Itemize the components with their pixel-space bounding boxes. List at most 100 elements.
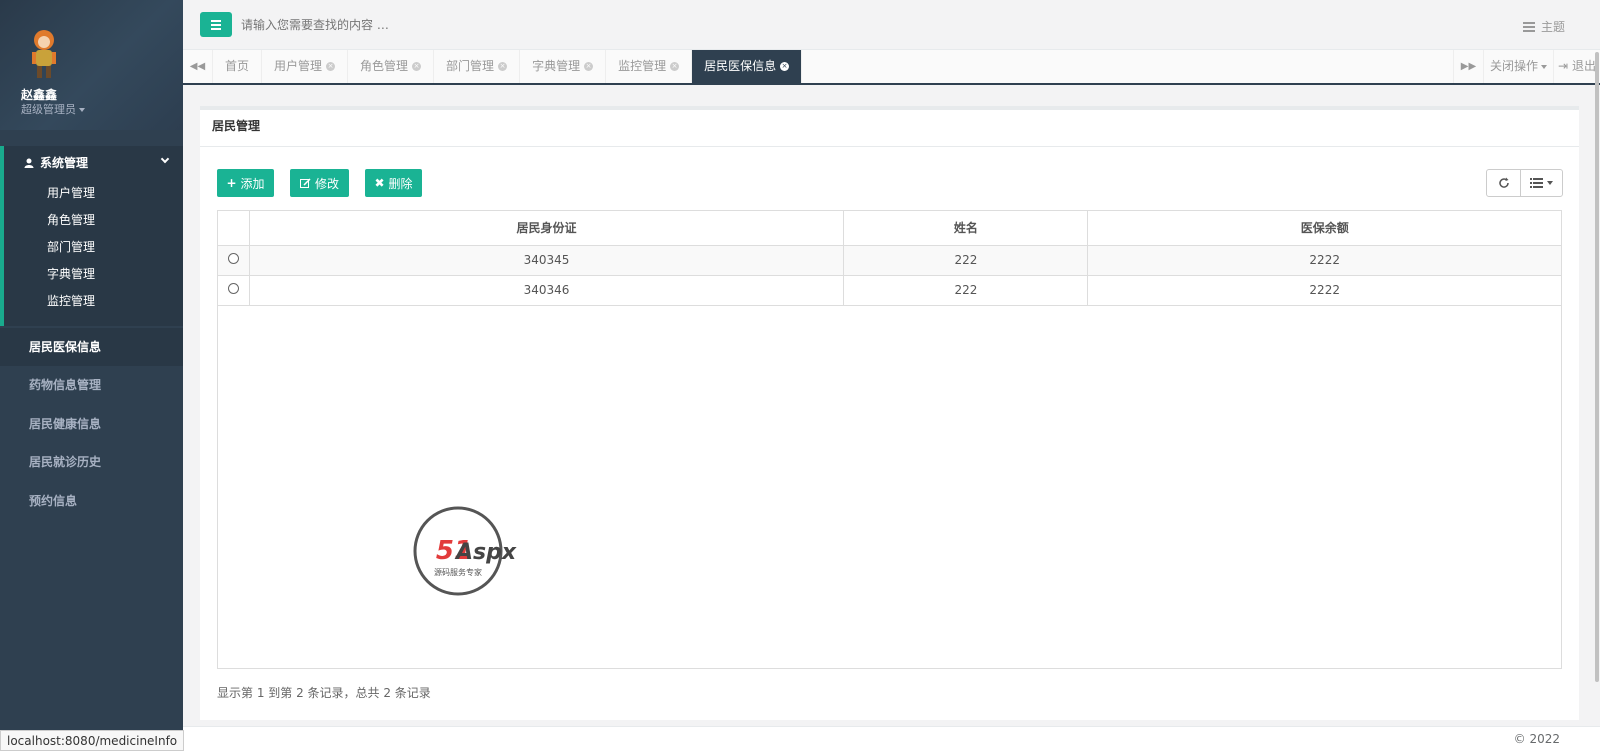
nav-group-label: 系统管理 xyxy=(40,156,89,170)
delete-button[interactable]: ✖ 删除 xyxy=(365,169,422,197)
close-icon[interactable]: × xyxy=(412,62,422,71)
sidebar-item-visit-history[interactable]: 居民就诊历史 xyxy=(0,443,183,481)
caret-down-icon xyxy=(1547,181,1553,185)
svg-text:Aspx: Aspx xyxy=(454,540,517,565)
close-icon[interactable]: × xyxy=(670,62,680,71)
tab-scroll-right-button[interactable]: ▶▶ xyxy=(1453,50,1483,83)
backward-icon: ◀◀ xyxy=(189,61,206,72)
tab-label: 用户管理 xyxy=(274,59,323,73)
pagination-info: 显示第 1 到第 2 条记录，总共 2 条记录 xyxy=(217,686,431,700)
nav-group-system-toggle[interactable]: 系统管理 xyxy=(24,154,88,171)
close-icon[interactable]: × xyxy=(780,62,790,71)
table-header-row: 居民身份证 姓名 医保余额 xyxy=(218,211,1561,246)
row-select-cell xyxy=(218,275,249,306)
profile-area: 赵鑫鑫 超级管理员 xyxy=(0,0,183,130)
vertical-scrollbar[interactable] xyxy=(1595,52,1599,682)
refresh-button[interactable] xyxy=(1487,170,1520,196)
tab-dept-mgmt[interactable]: 部门管理 × xyxy=(434,50,521,83)
user-icon xyxy=(24,158,34,168)
column-header-balance[interactable]: 医保余额 xyxy=(1087,211,1561,246)
row-radio[interactable] xyxy=(227,283,239,294)
sidebar: 赵鑫鑫 超级管理员 系统管理 用户管理 角色管理 部门管理 字典管理 监控管理 … xyxy=(0,0,183,751)
close-icon[interactable]: × xyxy=(498,62,508,71)
edit-button[interactable]: 修改 xyxy=(290,169,349,197)
tab-dict-mgmt[interactable]: 字典管理 × xyxy=(520,50,607,83)
column-header-name[interactable]: 姓名 xyxy=(843,211,1088,246)
delete-label: 删除 xyxy=(388,176,413,191)
chevron-down-icon xyxy=(160,154,170,164)
add-button[interactable]: + 添加 xyxy=(217,169,274,197)
table-row[interactable]: 340345 222 2222 xyxy=(218,245,1561,276)
tab-role-mgmt[interactable]: 角色管理 × xyxy=(348,50,435,83)
tab-label: 监控管理 xyxy=(618,59,667,73)
content-panel: 居民管理 + 添加 修改 ✖ 删除 居民身份证 姓名 医保余额 340345 2… xyxy=(200,106,1579,720)
sidebar-item-insurance[interactable]: 居民医保信息 xyxy=(0,328,183,366)
sidebar-item-role-mgmt[interactable]: 角色管理 xyxy=(47,211,95,228)
data-table: 居民身份证 姓名 医保余额 340345 222 2222 340346 222… xyxy=(217,210,1562,669)
sign-out-icon: ⇥ xyxy=(1558,59,1569,73)
copyright: © 2022 xyxy=(1513,732,1560,746)
sidebar-item-medicine[interactable]: 药物信息管理 xyxy=(0,366,183,404)
cell-id-card: 340346 xyxy=(248,275,844,306)
theme-label: 主题 xyxy=(1540,20,1565,34)
table-toolbar xyxy=(1486,169,1563,197)
panel-title: 居民管理 xyxy=(200,110,1579,147)
search-input[interactable] xyxy=(241,14,641,36)
top-bar: 主题 xyxy=(183,0,1600,50)
tab-label: 角色管理 xyxy=(360,59,409,73)
tab-home[interactable]: 首页 xyxy=(213,50,263,83)
menu-toggle-button[interactable] xyxy=(200,12,232,37)
cell-balance: 2222 xyxy=(1087,275,1561,306)
tab-label: 部门管理 xyxy=(446,59,495,73)
tab-label: 首页 xyxy=(225,59,250,73)
nav-group-system: 系统管理 用户管理 角色管理 部门管理 字典管理 监控管理 xyxy=(0,146,183,326)
cell-name: 222 xyxy=(843,245,1088,276)
caret-down-icon xyxy=(1541,64,1547,69)
cell-name: 222 xyxy=(843,275,1088,306)
watermark-logo: 51 Aspx 源码服务专家 xyxy=(413,506,517,596)
cell-id-card: 340345 xyxy=(248,245,844,276)
sidebar-item-user-mgmt[interactable]: 用户管理 xyxy=(47,184,95,201)
row-radio[interactable] xyxy=(227,253,239,264)
columns-toggle-button[interactable] xyxy=(1520,170,1562,196)
close-ops-dropdown[interactable]: 关闭操作 xyxy=(1483,50,1553,83)
tab-label: 居民医保信息 xyxy=(704,59,777,73)
row-select-cell xyxy=(218,245,249,276)
user-role-label: 超级管理员 xyxy=(21,103,76,116)
sidebar-item-monitor-mgmt[interactable]: 监控管理 xyxy=(47,292,95,309)
edit-icon xyxy=(299,177,311,188)
table-row[interactable]: 340346 222 2222 xyxy=(218,275,1561,306)
close-icon[interactable]: × xyxy=(326,62,336,71)
sidebar-item-health[interactable]: 居民健康信息 xyxy=(0,405,183,443)
forward-icon: ▶▶ xyxy=(1460,61,1477,72)
sidebar-item-dept-mgmt[interactable]: 部门管理 xyxy=(47,238,95,255)
close-icon[interactable]: × xyxy=(584,62,594,71)
tab-scroll-left-button[interactable]: ◀◀ xyxy=(183,50,213,83)
footer: © 2022 xyxy=(183,726,1600,751)
tab-label: 字典管理 xyxy=(532,59,581,73)
sidebar-item-dict-mgmt[interactable]: 字典管理 xyxy=(47,265,95,282)
tab-monitor-mgmt[interactable]: 监控管理 × xyxy=(606,50,693,83)
theme-button[interactable]: 主题 xyxy=(1522,18,1565,35)
edit-label: 修改 xyxy=(314,176,339,191)
list-icon xyxy=(1530,178,1543,188)
close-ops-label: 关闭操作 xyxy=(1489,59,1538,73)
avatar[interactable] xyxy=(24,26,64,82)
logout-button[interactable]: ⇥ 退出 xyxy=(1553,50,1600,83)
hamburger-icon xyxy=(211,19,221,22)
tab-list: 首页 用户管理 × 角色管理 × 部门管理 × 字典管理 × 监控管理 × 居民医保信息 × xyxy=(213,50,803,83)
add-label: 添加 xyxy=(240,176,265,191)
user-role-dropdown[interactable]: 超级管理员 xyxy=(21,101,85,117)
svg-text:源码服务专家: 源码服务专家 xyxy=(434,567,482,577)
column-header-id-card[interactable]: 居民身份证 xyxy=(248,211,844,246)
refresh-icon xyxy=(1498,177,1509,188)
sidebar-item-appointment[interactable]: 预约信息 xyxy=(0,482,183,520)
logout-label: 退出 xyxy=(1571,59,1596,73)
tabs-bar: ◀◀ 首页 用户管理 × 角色管理 × 部门管理 × 字典管理 × 监控管理 × 居民医保… xyxy=(183,50,1600,85)
select-column-header xyxy=(218,211,249,246)
tab-insurance[interactable]: 居民医保信息 × xyxy=(692,50,803,83)
status-bar-url: localhost:8080/medicineInfo xyxy=(0,730,185,751)
remove-icon: ✖ xyxy=(374,176,385,190)
tab-user-mgmt[interactable]: 用户管理 × xyxy=(262,50,349,83)
tasks-icon xyxy=(1522,21,1535,32)
